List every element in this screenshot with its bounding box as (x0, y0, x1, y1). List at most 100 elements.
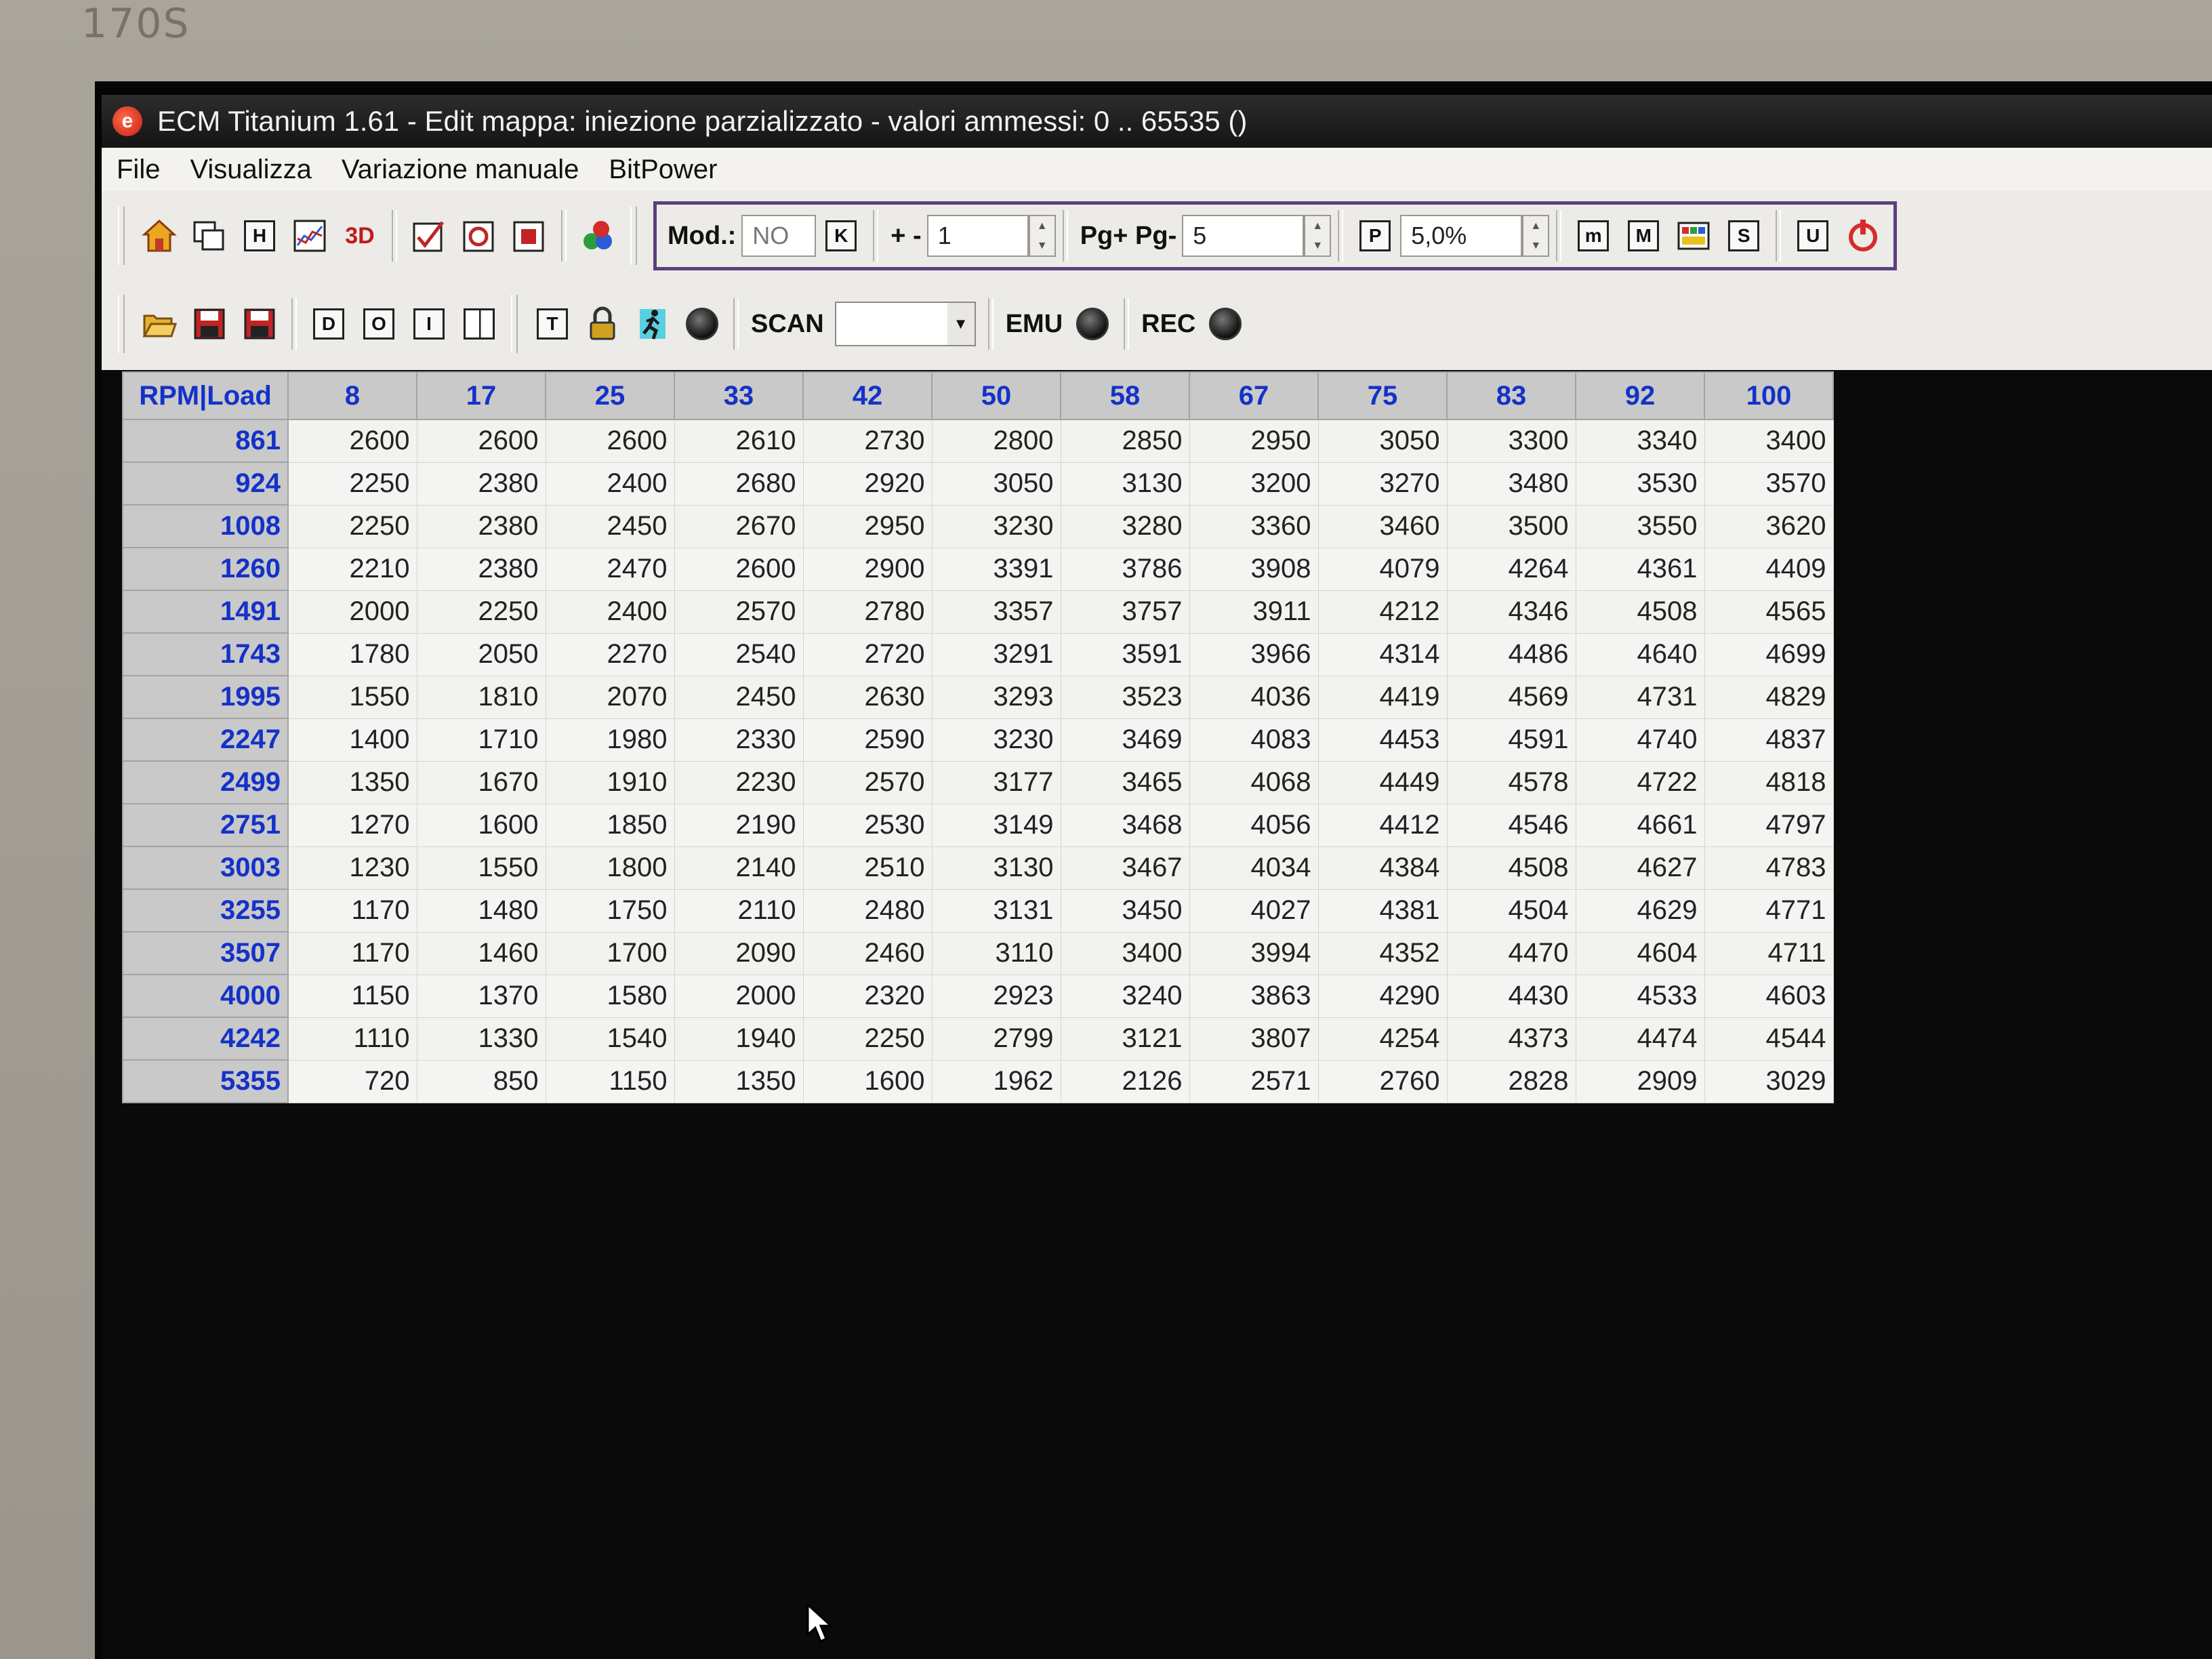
chevron-down-icon[interactable]: ▼ (947, 303, 975, 345)
hex-view-icon[interactable]: H (240, 216, 279, 255)
map-cell[interactable]: 2250 (287, 462, 417, 506)
map-cell[interactable]: 3357 (931, 590, 1061, 634)
map-m-large-icon[interactable]: M (1624, 216, 1663, 255)
map-cell[interactable]: 3620 (1704, 504, 1834, 548)
p-button[interactable]: P (1355, 216, 1395, 255)
map-cell[interactable]: 4373 (1446, 1017, 1576, 1061)
map-cell[interactable]: 3966 (1189, 632, 1319, 676)
map-cell[interactable]: 4083 (1189, 718, 1319, 762)
step-input[interactable]: 1 (926, 215, 1029, 257)
map-cell[interactable]: 2070 (545, 675, 675, 719)
menu-variazione-manuale[interactable]: Variazione manuale (327, 155, 594, 185)
map-cell[interactable]: 2380 (416, 462, 546, 506)
map-cell[interactable]: 4412 (1317, 803, 1448, 847)
map-cell[interactable]: 2450 (674, 675, 804, 719)
map-cell[interactable]: 2950 (1189, 419, 1319, 463)
map-cell[interactable]: 2950 (802, 504, 933, 548)
toolbar-grip[interactable] (511, 295, 518, 353)
map-cell[interactable]: 4783 (1704, 846, 1834, 890)
map-cell[interactable]: 3465 (1060, 760, 1190, 804)
map-cell[interactable]: 4578 (1446, 760, 1576, 804)
map-cell[interactable]: 4533 (1575, 974, 1705, 1018)
map-cell[interactable]: 4079 (1317, 547, 1448, 591)
scan-dropdown[interactable]: ▼ (834, 302, 976, 346)
map-cell[interactable]: 2110 (674, 888, 804, 933)
map-cell[interactable]: 2760 (1317, 1059, 1448, 1103)
map-cell[interactable]: 3468 (1060, 803, 1190, 847)
u-button-icon[interactable]: U (1793, 216, 1832, 255)
map-cell[interactable]: 2140 (674, 846, 804, 890)
map-cell[interactable]: 1150 (545, 1059, 675, 1103)
map-cell[interactable]: 4212 (1317, 590, 1448, 634)
menu-file[interactable]: File (102, 155, 175, 185)
lock-icon[interactable] (583, 304, 622, 344)
map-cell[interactable]: 3131 (931, 888, 1061, 933)
i-button-icon[interactable]: I (409, 304, 449, 344)
map-cell[interactable]: 3807 (1189, 1017, 1319, 1061)
map-cell[interactable]: 4569 (1446, 675, 1576, 719)
map-cell[interactable]: 2923 (931, 974, 1061, 1018)
map-cell[interactable]: 4508 (1446, 846, 1576, 890)
graph-2d-icon[interactable] (290, 216, 329, 255)
map-cell[interactable]: 850 (416, 1059, 546, 1103)
map-cell[interactable]: 2530 (802, 803, 933, 847)
map-cell[interactable]: 4352 (1317, 931, 1448, 975)
map-cell[interactable]: 1700 (545, 931, 675, 975)
map-cell[interactable]: 1710 (416, 718, 546, 762)
power-icon[interactable] (1843, 216, 1883, 255)
map-cell[interactable]: 1600 (416, 803, 546, 847)
map-cell[interactable]: 3911 (1189, 590, 1319, 634)
percent-spinner[interactable]: ▲ ▼ (1522, 215, 1550, 257)
map-cell[interactable]: 1110 (287, 1017, 417, 1061)
map-cell[interactable]: 3530 (1575, 462, 1705, 506)
map-cell[interactable]: 2210 (287, 547, 417, 591)
page-step-spinner[interactable]: ▲ ▼ (1304, 215, 1332, 257)
map-cell[interactable]: 1580 (545, 974, 675, 1018)
map-cell[interactable]: 2270 (545, 632, 675, 676)
runner-icon[interactable] (633, 304, 672, 344)
map-cell[interactable]: 3291 (931, 632, 1061, 676)
map-cell[interactable]: 4361 (1575, 547, 1705, 591)
open-folder-icon[interactable] (140, 304, 179, 344)
map-cell[interactable]: 1940 (674, 1017, 804, 1061)
map-cell[interactable]: 1150 (287, 974, 417, 1018)
map-cell[interactable]: 1400 (287, 718, 417, 762)
map-cell[interactable]: 3550 (1575, 504, 1705, 548)
map-cell[interactable]: 2400 (545, 462, 675, 506)
map-cell[interactable]: 4449 (1317, 760, 1448, 804)
map-cell[interactable]: 2850 (1060, 419, 1190, 463)
s-button-icon[interactable]: S (1724, 216, 1763, 255)
map-cell[interactable]: 2900 (802, 547, 933, 591)
map-cell[interactable]: 1780 (287, 632, 417, 676)
map-cell[interactable]: 2400 (545, 590, 675, 634)
map-cell[interactable]: 4740 (1575, 718, 1705, 762)
map-cell[interactable]: 4290 (1317, 974, 1448, 1018)
map-cell[interactable]: 2470 (545, 547, 675, 591)
map-cell[interactable]: 4731 (1575, 675, 1705, 719)
map-cell[interactable]: 2800 (931, 419, 1061, 463)
checksum-icon[interactable] (409, 216, 449, 255)
map-cell[interactable]: 3757 (1060, 590, 1190, 634)
windows-icon[interactable] (190, 216, 229, 255)
map-cell[interactable]: 2330 (674, 718, 804, 762)
map-cell[interactable]: 1850 (545, 803, 675, 847)
map-cell[interactable]: 4027 (1189, 888, 1319, 933)
map-cell[interactable]: 4034 (1189, 846, 1319, 890)
map-cell[interactable]: 2250 (287, 504, 417, 548)
d-button-icon[interactable]: D (309, 304, 348, 344)
map-cell[interactable]: 3570 (1704, 462, 1834, 506)
map-cell[interactable]: 2190 (674, 803, 804, 847)
map-cell[interactable]: 1550 (416, 846, 546, 890)
map-cell[interactable]: 3467 (1060, 846, 1190, 890)
map-cell[interactable]: 3270 (1317, 462, 1448, 506)
map-cell[interactable]: 4640 (1575, 632, 1705, 676)
map-cell[interactable]: 3121 (1060, 1017, 1190, 1061)
map-cell[interactable]: 4470 (1446, 931, 1576, 975)
map-cell[interactable]: 3230 (931, 504, 1061, 548)
map-cell[interactable]: 4409 (1704, 547, 1834, 591)
map-cell[interactable]: 3523 (1060, 675, 1190, 719)
map-cell[interactable]: 1460 (416, 931, 546, 975)
map-cell[interactable]: 2380 (416, 547, 546, 591)
map-cell[interactable]: 2230 (674, 760, 804, 804)
map-cell[interactable]: 4264 (1446, 547, 1576, 591)
